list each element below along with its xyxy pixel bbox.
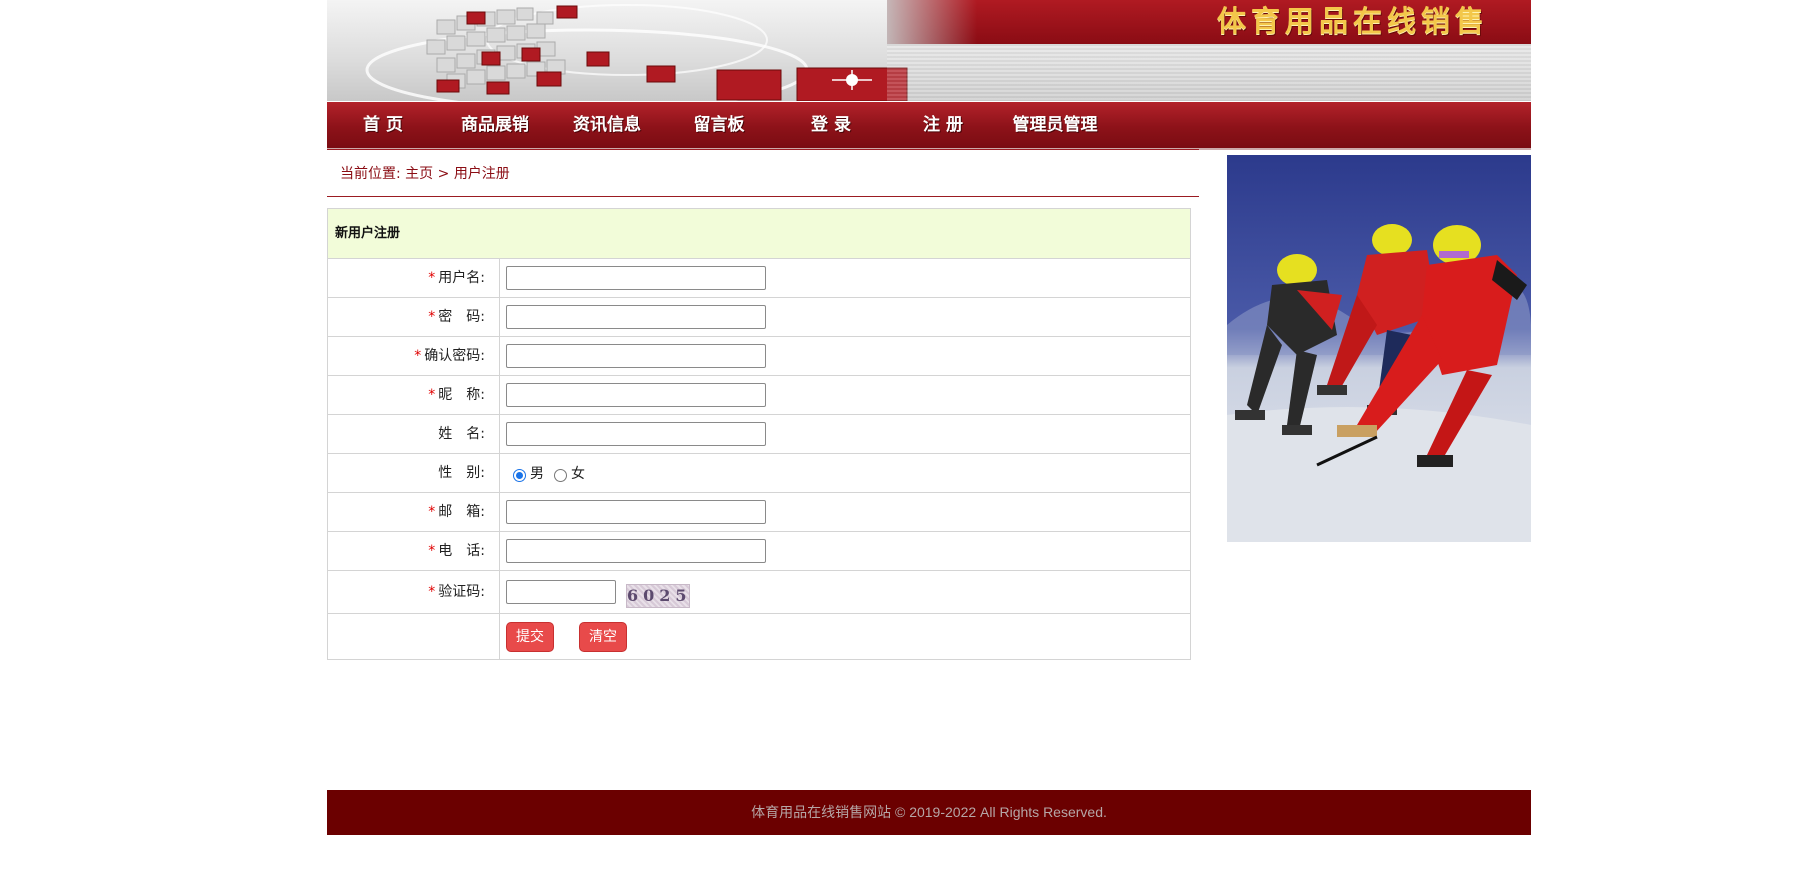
nickname-cell	[500, 376, 1190, 414]
header-banner: 体育用品在线销售	[327, 0, 1531, 101]
form-row-realname: 姓 名:	[328, 415, 1190, 454]
form-title: 新用户注册	[328, 209, 1190, 259]
gender-label-text: 性 别:	[438, 465, 485, 481]
confirm-password-cell	[500, 337, 1190, 375]
form-row-confirm-password: * 确认密码:	[328, 337, 1190, 376]
required-mark: *	[428, 387, 436, 403]
actions-label-cell	[328, 614, 500, 659]
actions-cell: 提交 清空	[500, 614, 1190, 659]
captcha-label: * 验证码:	[328, 571, 500, 613]
nickname-label: * 昵 称:	[328, 376, 500, 414]
password-label: * 密 码:	[328, 298, 500, 336]
nav-item-products[interactable]: 商品展销	[439, 102, 551, 148]
email-input[interactable]	[506, 500, 766, 524]
email-label-text: 邮 箱:	[438, 504, 485, 520]
site-title: 体育用品在线销售	[1216, 4, 1489, 38]
form-row-actions: 提交 清空	[328, 614, 1190, 659]
form-row-gender: 性 别: 男 女	[328, 454, 1190, 493]
phone-label-text: 电 话:	[438, 543, 485, 559]
submit-button[interactable]: 提交	[506, 621, 554, 652]
main-nav: 首 页 商品展销 资讯信息 留言板 登 录 注 册 管理员管理	[327, 102, 1531, 150]
form-row-phone: * 电 话:	[328, 532, 1190, 571]
footer: 体育用品在线销售网站 © 2019-2022 All Rights Reserv…	[327, 790, 1531, 835]
realname-label: 姓 名:	[328, 415, 500, 453]
confirm-password-label: * 确认密码:	[328, 337, 500, 375]
confirm-password-label-text: 确认密码:	[424, 348, 485, 364]
captcha-image[interactable]: 6025	[626, 584, 690, 608]
realname-cell	[500, 415, 1190, 453]
form-row-email: * 邮 箱:	[328, 493, 1190, 532]
nav-item-admin[interactable]: 管理员管理	[999, 102, 1111, 148]
banner-cubes-graphic	[365, 4, 908, 101]
nav-item-register[interactable]: 注 册	[887, 102, 999, 148]
email-cell	[500, 493, 1190, 531]
password-cell	[500, 298, 1190, 336]
email-label: * 邮 箱:	[328, 493, 500, 531]
breadcrumb-bar: 当前位置: 主页 > 用户注册	[327, 149, 1199, 197]
required-mark: *	[414, 348, 422, 364]
phone-label: * 电 话:	[328, 532, 500, 570]
nav-item-home[interactable]: 首 页	[327, 102, 439, 148]
gender-cell: 男 女	[500, 454, 1190, 492]
reset-button[interactable]: 清空	[579, 621, 627, 652]
required-mark: *	[428, 504, 436, 520]
page: 体育用品在线销售 首 页 商品展销 资讯信息 留言板 登 录 注 册 管理员管理…	[327, 0, 1531, 889]
breadcrumb-home-link[interactable]: 主页	[405, 166, 433, 182]
required-mark: *	[428, 543, 436, 559]
gender-male-radio[interactable]	[513, 468, 526, 482]
banner-stripes	[887, 46, 1531, 101]
breadcrumb: 当前位置: 主页 > 用户注册	[340, 163, 510, 183]
gender-female-radio[interactable]	[554, 468, 567, 482]
register-form: 新用户注册 * 用户名: * 密 码: * 确认密码: * 昵 称: 姓 名: 性 别:…	[327, 208, 1191, 660]
confirm-password-input[interactable]	[506, 344, 766, 368]
banner-title-bar-fade	[887, 0, 977, 44]
realname-label-text: 姓 名:	[438, 426, 485, 442]
username-input[interactable]	[506, 266, 766, 290]
realname-input[interactable]	[506, 422, 766, 446]
speed-skaters-photo	[1227, 155, 1531, 542]
form-row-captcha: * 验证码: 6025	[328, 571, 1190, 614]
nickname-input[interactable]	[506, 383, 766, 407]
form-row-username: * 用户名:	[328, 259, 1190, 298]
username-label-text: 用户名:	[438, 270, 485, 286]
nickname-label-text: 昵 称:	[438, 387, 485, 403]
nav-item-login[interactable]: 登 录	[775, 102, 887, 148]
password-label-text: 密 码:	[438, 309, 485, 325]
phone-input[interactable]	[506, 539, 766, 563]
captcha-input[interactable]	[506, 580, 616, 604]
required-mark: *	[428, 584, 436, 600]
breadcrumb-separator: >	[433, 166, 454, 182]
nav-item-guestbook[interactable]: 留言板	[663, 102, 775, 148]
captcha-label-text: 验证码:	[438, 584, 485, 600]
breadcrumb-prefix: 当前位置:	[340, 166, 406, 182]
breadcrumb-current: 用户注册	[453, 166, 510, 182]
gender-male-label: 男	[530, 466, 544, 482]
captcha-cell: 6025	[500, 571, 1190, 613]
speed-skaters-image	[1227, 155, 1531, 542]
required-mark: *	[428, 270, 436, 286]
username-label: * 用户名:	[328, 259, 500, 297]
username-cell	[500, 259, 1190, 297]
form-row-password: * 密 码:	[328, 298, 1190, 337]
required-mark: *	[428, 309, 436, 325]
nav-item-news[interactable]: 资讯信息	[551, 102, 663, 148]
password-input[interactable]	[506, 305, 766, 329]
gender-label: 性 别:	[328, 454, 500, 492]
gender-female-label: 女	[571, 466, 585, 482]
form-row-nickname: * 昵 称:	[328, 376, 1190, 415]
phone-cell	[500, 532, 1190, 570]
